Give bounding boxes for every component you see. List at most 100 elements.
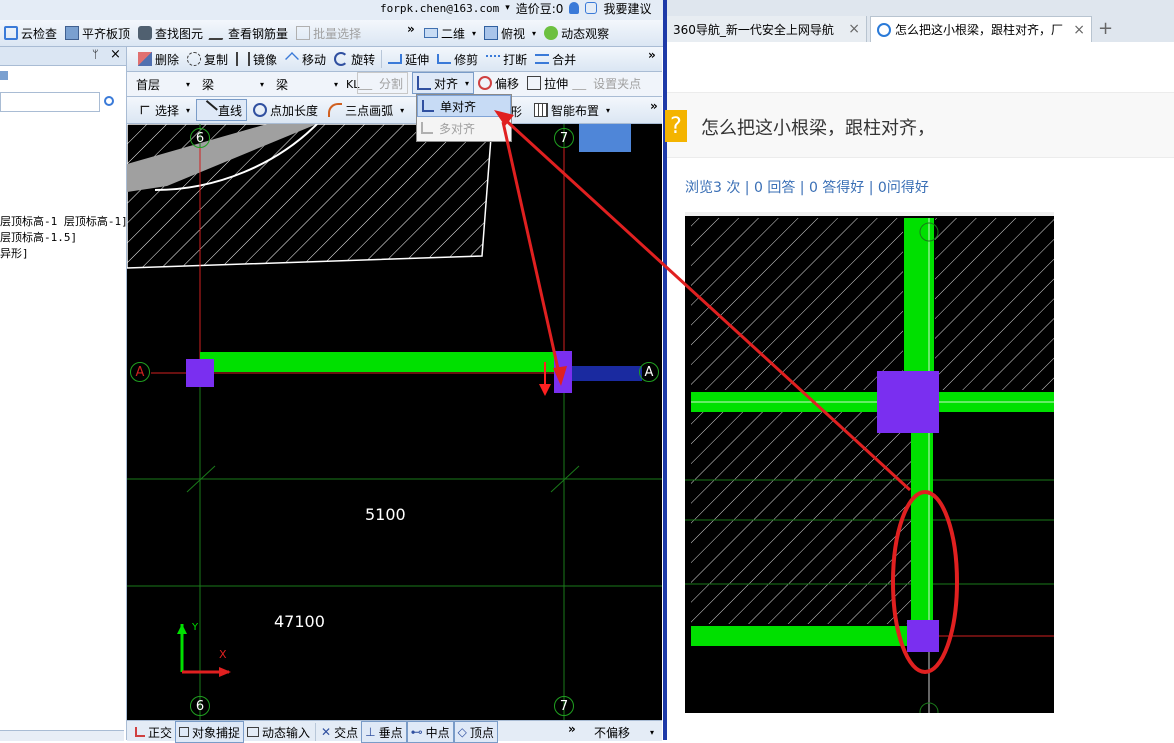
status-overflow-icon[interactable]: » bbox=[568, 722, 576, 736]
merge-button[interactable]: 合并 bbox=[531, 49, 580, 69]
mirror-label: 镜像 bbox=[253, 52, 278, 67]
multi-align-label: 多对齐 bbox=[439, 121, 476, 136]
extend-button[interactable]: 延伸 bbox=[384, 49, 433, 69]
snap-icon bbox=[179, 727, 190, 737]
tab-close-icon[interactable]: × bbox=[848, 21, 860, 37]
multi-align-icon bbox=[421, 122, 433, 134]
point-length-icon bbox=[253, 103, 268, 117]
perpendicular-icon: ⊥ bbox=[365, 725, 376, 739]
slab-icon bbox=[65, 26, 80, 40]
cursor-icon bbox=[140, 105, 150, 115]
suggest-link[interactable]: 我要建议 bbox=[603, 0, 651, 17]
cloud-check-icon bbox=[4, 26, 18, 40]
delete-button[interactable]: 删除 bbox=[134, 49, 183, 69]
question-image[interactable] bbox=[685, 212, 1054, 713]
ie-icon bbox=[877, 22, 891, 37]
toolbar-4-overflow-icon[interactable]: » bbox=[650, 99, 658, 113]
left-panel-header bbox=[0, 47, 126, 66]
midpoint-label: 中点 bbox=[425, 725, 450, 740]
axis-label-6-bottom: 6 bbox=[190, 696, 210, 716]
account-dropdown-icon[interactable]: ▾ bbox=[505, 3, 510, 13]
extend-label: 延伸 bbox=[405, 52, 430, 67]
view-controls: 二维 ▾ 俯视 ▾ 动态观察 bbox=[420, 22, 613, 44]
dynamic-input-label: 动态输入 bbox=[262, 725, 311, 740]
cloud-check-button[interactable]: 云检查 bbox=[0, 23, 61, 43]
multi-align-menu-item[interactable]: 多对齐 bbox=[417, 117, 511, 139]
element-type-select[interactable]: 梁 ▾ bbox=[198, 75, 268, 93]
question-stats: 浏览3 次 | 0 回答 | 0 答得好 | 0问得好 bbox=[685, 180, 929, 196]
split-button[interactable]: 分割 bbox=[357, 72, 409, 94]
left-search-input[interactable] bbox=[0, 92, 100, 112]
new-tab-button[interactable]: + bbox=[1098, 18, 1113, 39]
view-2d-dropdown[interactable]: 二维 ▾ bbox=[420, 23, 480, 43]
select-tool-dropdown[interactable]: 选择 ▾ bbox=[134, 100, 194, 120]
smart-layout-label: 智能布置 bbox=[551, 103, 600, 118]
left-panel bbox=[0, 47, 127, 740]
axis-label-a-right: A bbox=[639, 362, 659, 382]
mirror-button[interactable]: 镜像 bbox=[232, 49, 281, 69]
tab-close-icon[interactable]: × bbox=[1073, 22, 1085, 38]
floor-select-value: 首层 bbox=[136, 77, 161, 92]
browser-tab-question[interactable]: 怎么把这小根梁，跟柱对齐，厂 × bbox=[870, 16, 1092, 42]
axis-label-6-top: 6 bbox=[190, 128, 210, 148]
stretch-button[interactable]: 拉伸 bbox=[523, 73, 572, 93]
orbit-icon bbox=[544, 26, 559, 40]
offset-button[interactable]: 偏移 bbox=[474, 73, 523, 93]
cad-canvas[interactable]: 6 7 A A 6 7 5100 47100 Y X bbox=[127, 124, 662, 720]
element-subtype-value: 梁 bbox=[276, 77, 289, 92]
stretch-icon bbox=[527, 76, 542, 90]
move-button[interactable]: 移动 bbox=[281, 49, 330, 69]
break-icon bbox=[486, 55, 501, 63]
slab-hatch bbox=[127, 124, 493, 269]
view-top-dropdown[interactable]: 俯视 ▾ bbox=[480, 23, 540, 43]
close-panel-icon[interactable]: × bbox=[110, 47, 121, 62]
move-icon bbox=[285, 52, 299, 66]
view-rebar-button[interactable]: 查看钢筋量 bbox=[207, 23, 292, 43]
rotate-button[interactable]: 旋转 bbox=[330, 49, 379, 69]
three-point-arc-dropdown[interactable]: 三点画弧 ▾ bbox=[324, 100, 408, 120]
account-name[interactable]: forpk.chen@163.com bbox=[380, 2, 499, 15]
beam-blue bbox=[572, 366, 642, 381]
smart-layout-dropdown[interactable]: 智能布置 ▾ bbox=[530, 100, 614, 120]
dynamic-input-toggle[interactable]: 动态输入 bbox=[244, 722, 313, 742]
align-dropdown-button[interactable]: 对齐 ▾ bbox=[412, 72, 475, 94]
single-align-icon bbox=[422, 100, 434, 112]
red-arrowhead bbox=[539, 384, 551, 396]
dropdown-arrow-icon: ▾ bbox=[333, 79, 338, 89]
search-icon[interactable] bbox=[104, 96, 114, 106]
single-align-menu-item[interactable]: 单对齐 bbox=[417, 95, 511, 117]
left-scrollbar[interactable] bbox=[0, 730, 124, 741]
toolbar-1-overflow-icon[interactable]: » bbox=[407, 22, 415, 36]
break-button[interactable]: 打断 bbox=[482, 49, 531, 69]
floor-select[interactable]: 首层 ▾ bbox=[132, 75, 194, 93]
single-align-label: 单对齐 bbox=[440, 99, 477, 114]
toolbar-2-overflow-icon[interactable]: » bbox=[648, 48, 656, 62]
bell-icon[interactable] bbox=[569, 2, 580, 14]
question-image-drawing bbox=[685, 212, 1054, 713]
element-subtype-select[interactable]: 梁 ▾ bbox=[272, 75, 342, 93]
browser-tab-360[interactable]: 360导航_新一代安全上网导航 × bbox=[667, 16, 867, 42]
dynamic-observe-button[interactable]: 动态观察 bbox=[540, 23, 613, 43]
ortho-toggle[interactable]: 正交 bbox=[132, 722, 175, 742]
merge-label: 合并 bbox=[552, 52, 577, 67]
intersection-snap-toggle[interactable]: ✕ 交点 bbox=[318, 722, 361, 742]
dropdown-arrow-icon: ▾ bbox=[465, 78, 470, 88]
align-slab-top-label: 平齐板顶 bbox=[82, 26, 131, 41]
align-slab-top-button[interactable]: 平齐板顶 bbox=[61, 23, 134, 43]
copy-icon bbox=[187, 52, 202, 66]
line-tool-button[interactable]: 直线 bbox=[196, 99, 248, 121]
property-line: 异形] bbox=[0, 247, 29, 260]
find-element-button[interactable]: 查找图元 bbox=[134, 23, 207, 43]
batch-select-button[interactable]: 批量选择 bbox=[292, 23, 365, 43]
element-type-value: 梁 bbox=[202, 77, 215, 92]
trim-button[interactable]: 修剪 bbox=[433, 49, 482, 69]
property-line: 层顶标高-1 层顶标高-1] bbox=[0, 215, 128, 228]
set-grip-button[interactable]: 设置夹点 bbox=[572, 73, 645, 93]
offset-icon bbox=[478, 76, 493, 90]
set-grip-label: 设置夹点 bbox=[593, 76, 642, 91]
column-top bbox=[877, 371, 939, 433]
point-length-button[interactable]: 点加长度 bbox=[249, 100, 322, 120]
pin-icon[interactable]: ᛘ bbox=[92, 48, 99, 61]
offset-mode-select[interactable]: 不偏移 ▾ bbox=[590, 723, 658, 741]
copy-button[interactable]: 复制 bbox=[183, 49, 232, 69]
